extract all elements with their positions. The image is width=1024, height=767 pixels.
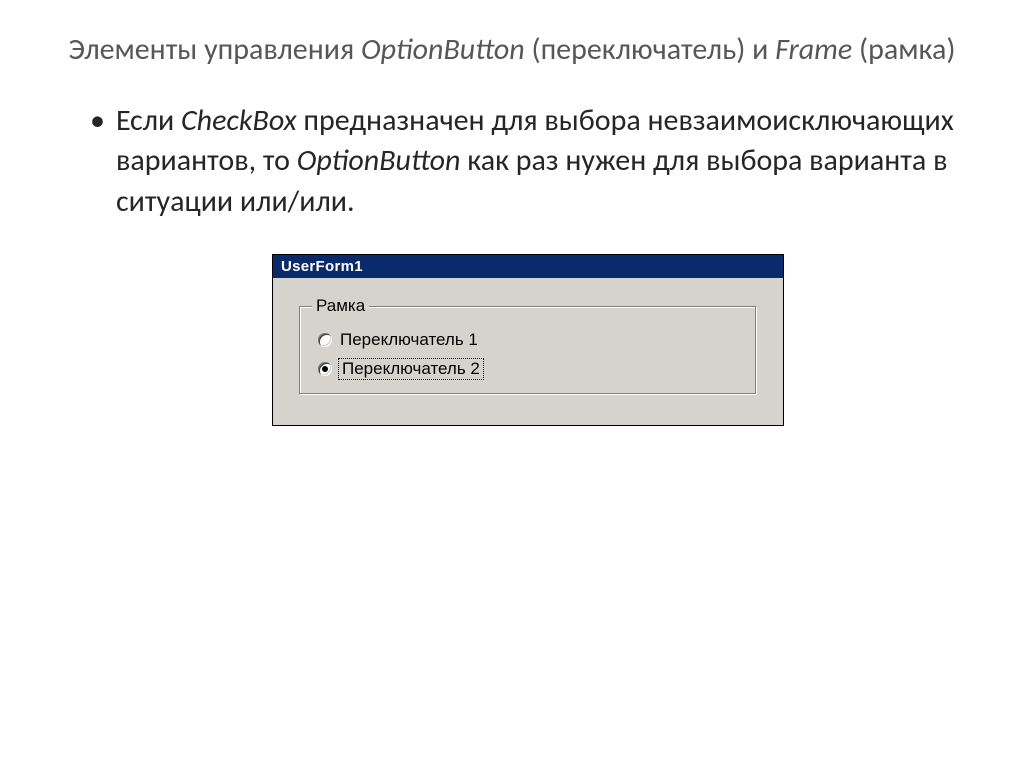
- slide-body: Если CheckBox предназначен для выбора не…: [90, 101, 964, 427]
- option-label: Переключатель 2: [340, 360, 482, 379]
- option-button-2[interactable]: Переключатель 2: [318, 360, 742, 379]
- title-text-1: Элементы управления: [69, 31, 362, 68]
- userform-window: UserForm1 Рамка Переключатель 1 Переключ…: [272, 254, 784, 426]
- option-label: Переключатель 1: [340, 331, 478, 350]
- title-text-2: (переключатель) и: [525, 31, 775, 68]
- bullet-em-1: CheckBox: [181, 102, 297, 139]
- bullet-text-1: Если: [116, 102, 181, 139]
- window-client-area: Рамка Переключатель 1 Переключатель 2: [273, 278, 783, 425]
- title-text-3: (рамка): [852, 31, 955, 68]
- userform-figure: UserForm1 Рамка Переключатель 1 Переключ…: [272, 254, 782, 426]
- frame-caption: Рамка: [312, 296, 369, 316]
- slide: Элементы управления OptionButton (перекл…: [0, 0, 1024, 767]
- bullet-em-2: OptionButton: [297, 142, 461, 179]
- option-button-1[interactable]: Переключатель 1: [318, 331, 742, 350]
- title-em-1: OptionButton: [361, 31, 525, 68]
- radio-icon: [318, 362, 332, 376]
- frame-groupbox: Рамка Переключатель 1 Переключатель 2: [299, 306, 757, 395]
- radio-icon: [318, 333, 332, 347]
- title-em-2: Frame: [775, 31, 852, 68]
- window-title: UserForm1: [281, 258, 363, 275]
- slide-title: Элементы управления OptionButton (перекл…: [60, 30, 964, 71]
- bullet-item: Если CheckBox предназначен для выбора не…: [90, 101, 964, 223]
- bullet-list: Если CheckBox предназначен для выбора не…: [90, 101, 964, 223]
- window-titlebar: UserForm1: [273, 255, 783, 278]
